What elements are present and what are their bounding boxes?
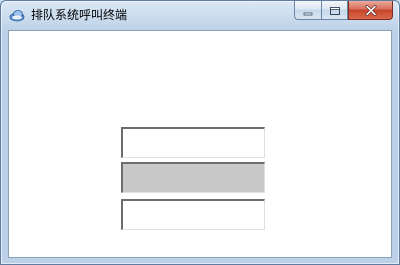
input-field-2[interactable]: [121, 162, 265, 193]
app-cloud-icon[interactable]: [9, 7, 25, 23]
title-bar[interactable]: 排队系统呼叫终端: [1, 1, 399, 29]
maximize-button[interactable]: [321, 1, 348, 20]
maximize-icon: [329, 1, 341, 20]
minimize-icon: [303, 1, 313, 20]
close-icon: [365, 1, 377, 20]
minimize-button[interactable]: [294, 1, 321, 20]
caption-buttons: [294, 1, 393, 21]
input-field-1[interactable]: [121, 127, 265, 158]
window-title: 排队系统呼叫终端: [31, 8, 128, 22]
client-area: [8, 30, 392, 258]
close-button[interactable]: [348, 1, 393, 20]
app-window: 排队系统呼叫终端: [0, 0, 400, 265]
input-field-3[interactable]: [121, 199, 265, 230]
